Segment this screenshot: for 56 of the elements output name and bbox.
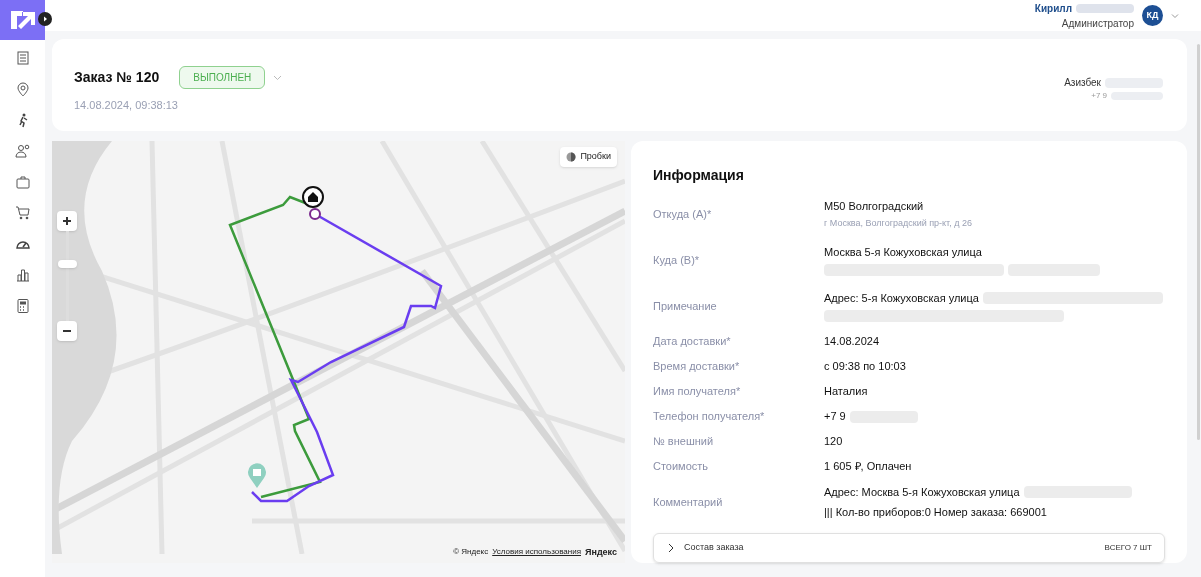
field-label: Дата доставки* bbox=[653, 334, 732, 350]
expand-icon[interactable] bbox=[38, 12, 52, 26]
address-note: г Москва, Волгоградский пр-кт, д 26 bbox=[824, 216, 973, 230]
composition-label: Состав заказа bbox=[684, 541, 744, 555]
users-icon[interactable] bbox=[14, 143, 31, 159]
map-attribution: © Яндекс bbox=[453, 546, 489, 559]
calculator-icon[interactable] bbox=[14, 298, 31, 314]
field-label: Комментарий bbox=[653, 494, 724, 510]
field-label: Имя получателя* bbox=[653, 384, 742, 400]
field-label: № внешний bbox=[653, 434, 715, 450]
traffic-button[interactable]: Пробки bbox=[560, 147, 617, 167]
field-value: Адрес: Москва 5-я Кожуховская улица bbox=[824, 484, 1020, 500]
field-value: +7 9 bbox=[824, 409, 846, 425]
location-pin-icon[interactable] bbox=[14, 81, 31, 97]
plus-icon bbox=[62, 216, 72, 226]
field-value: Москва 5-я Кожуховская улица bbox=[824, 244, 982, 260]
field-label: Телефон получателя* bbox=[653, 409, 766, 425]
field-label: Стоимость bbox=[653, 459, 710, 475]
field-value: 14.08.2024 bbox=[824, 334, 880, 350]
home-marker-icon[interactable] bbox=[302, 186, 324, 208]
zoom-in-button[interactable] bbox=[57, 211, 77, 231]
composition-total: ВСЕГО 7 ШТ bbox=[1104, 542, 1152, 554]
field-value: ||| Кол-во приборов:0 Номер заказа: 669001 bbox=[824, 505, 1047, 520]
user-avatar[interactable]: КД bbox=[1142, 5, 1163, 26]
info-title: Информация bbox=[653, 166, 745, 185]
field-value: 1 605 ₽, Оплачен bbox=[824, 459, 912, 475]
field-value: Наталия bbox=[824, 384, 868, 400]
field-value: с 09:38 по 10:03 bbox=[824, 359, 906, 375]
chevron-icon bbox=[666, 543, 676, 553]
map[interactable]: Пробки © Яндекс Условия использования Яндекс bbox=[52, 141, 625, 563]
order-date: 14.08.2024, 09:38:13 bbox=[74, 98, 179, 113]
courier-phone: +7 9 bbox=[1091, 90, 1107, 102]
cart-icon[interactable] bbox=[14, 205, 31, 221]
map-brand: Яндекс bbox=[585, 545, 617, 559]
logo[interactable] bbox=[0, 0, 45, 40]
order-title: Заказ № 120 bbox=[74, 68, 160, 87]
field-value: М50 Волгоградский bbox=[824, 199, 924, 214]
field-label: Примечание bbox=[653, 298, 718, 314]
traffic-icon bbox=[566, 151, 577, 162]
terms-link[interactable]: Условия использования bbox=[492, 546, 581, 559]
scrollbar[interactable] bbox=[1197, 44, 1200, 440]
redaction-block bbox=[1076, 3, 1134, 13]
order-composition-panel[interactable]: Состав заказа ВСЕГО 7 ШТ bbox=[653, 533, 1165, 563]
field-label: Откуда (A)* bbox=[653, 206, 713, 222]
user-name: Кирилл bbox=[1034, 1, 1072, 16]
zoom-out-button[interactable] bbox=[57, 321, 77, 341]
user-role: Администратор bbox=[1061, 16, 1134, 31]
briefcase-icon[interactable] bbox=[14, 174, 31, 190]
start-point-icon bbox=[309, 208, 321, 220]
field-value: Адрес: 5-я Кожуховская улица bbox=[824, 290, 979, 306]
zoom-slider-thumb[interactable] bbox=[57, 260, 77, 269]
courier-name: Азизбек bbox=[1064, 76, 1101, 90]
bar-chart-icon[interactable] bbox=[14, 267, 31, 283]
field-value: 120 bbox=[824, 434, 843, 450]
field-label: Время доставки* bbox=[653, 359, 741, 375]
field-label: Куда (B)* bbox=[653, 252, 701, 268]
